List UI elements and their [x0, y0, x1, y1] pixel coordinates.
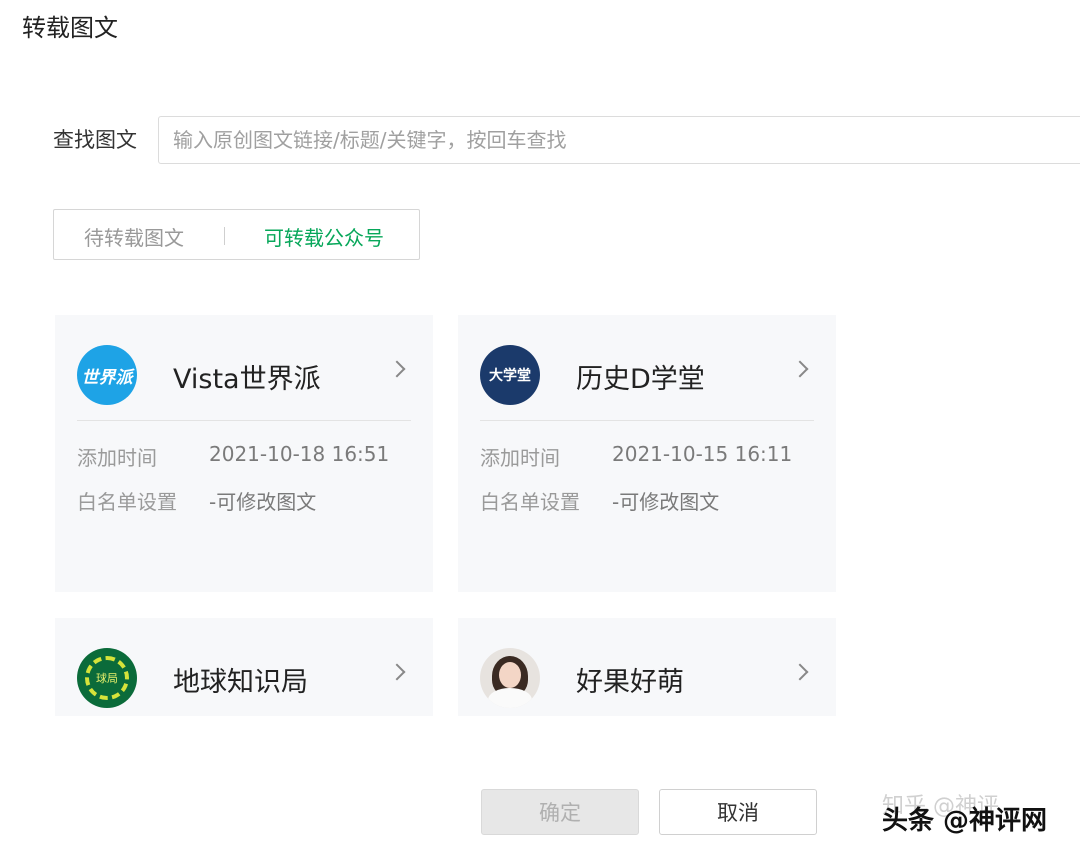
avatar-face — [499, 662, 521, 688]
add-time-value: 2021-10-15 16:11 — [612, 442, 793, 466]
divider — [480, 420, 814, 421]
avatar-logo-ring: 球局 — [85, 656, 129, 700]
cancel-button[interactable]: 取消 — [659, 789, 817, 835]
account-name: 好果好萌 — [576, 667, 684, 698]
chevron-right-icon[interactable] — [388, 663, 406, 681]
whitelist-label: 白名单设置 — [480, 490, 580, 514]
account-avatar: 球局 — [77, 648, 137, 708]
whitelist-value: -可修改图文 — [612, 490, 720, 514]
chevron-right-icon[interactable] — [791, 360, 809, 378]
account-card[interactable]: 球局 地球知识局 — [55, 618, 433, 716]
avatar-logo-text: 大学堂 — [489, 368, 531, 384]
add-time-label: 添加时间 — [77, 446, 157, 470]
account-card[interactable]: 好果好萌 — [458, 618, 836, 716]
tab-divider — [224, 227, 225, 245]
account-card[interactable]: 世界派 Vista世界派 添加时间 2021-10-18 16:51 白名单设置… — [55, 315, 433, 592]
avatar-body — [488, 688, 532, 708]
account-avatar — [480, 648, 540, 708]
account-card[interactable]: 大学堂 历史D学堂 添加时间 2021-10-15 16:11 白名单设置 -可… — [458, 315, 836, 592]
avatar-logo-text: 球局 — [96, 672, 118, 685]
search-label: 查找图文 — [53, 128, 137, 152]
divider — [77, 420, 411, 421]
whitelist-label: 白名单设置 — [77, 490, 177, 514]
chevron-right-icon[interactable] — [388, 360, 406, 378]
page-title: 转载图文 — [22, 14, 118, 42]
account-name: 地球知识局 — [173, 667, 308, 698]
watermark: 头条 @神评网 — [882, 806, 1048, 836]
whitelist-value: -可修改图文 — [209, 490, 317, 514]
account-avatar: 世界派 — [77, 345, 137, 405]
avatar-logo-text: 世界派 — [81, 367, 133, 388]
account-avatar: 大学堂 — [480, 345, 540, 405]
search-input[interactable] — [158, 116, 1080, 164]
account-name: Vista世界派 — [173, 364, 321, 395]
add-time-label: 添加时间 — [480, 446, 560, 470]
tab-pending-articles[interactable]: 待转载图文 — [84, 222, 184, 251]
confirm-button[interactable]: 确定 — [481, 789, 639, 835]
account-name: 历史D学堂 — [576, 364, 705, 395]
add-time-value: 2021-10-18 16:51 — [209, 442, 390, 466]
chevron-right-icon[interactable] — [791, 663, 809, 681]
tab-available-accounts[interactable]: 可转载公众号 — [264, 222, 384, 251]
tab-bar: 待转载图文 可转载公众号 — [53, 209, 420, 260]
